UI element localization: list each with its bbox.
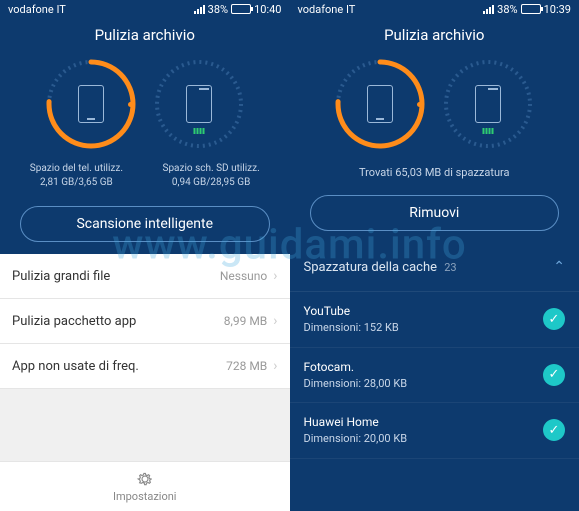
carrier-label: vodafone IT xyxy=(8,3,66,16)
sd-gauge xyxy=(438,54,538,154)
cache-item[interactable]: Fotocam.Dimensioni: 28,00 KB ✓ xyxy=(290,348,579,404)
cache-list: Spazzatura della cache 23 ⌃ YouTubeDimen… xyxy=(290,243,579,511)
left-screen: vodafone IT 38% 10:40 Pulizia archivio xyxy=(0,0,290,511)
cache-header-label: Spazzatura della cache xyxy=(304,260,438,275)
right-screen: vodafone IT 38% 10:39 Pulizia archivio xyxy=(290,0,579,511)
status-bar: vodafone IT 38% 10:40 xyxy=(0,0,290,18)
phone-storage-value: 2,81 GB/3,65 GB xyxy=(30,176,123,190)
status-right: 38% 10:40 xyxy=(194,3,282,16)
sd-icon xyxy=(475,85,501,123)
chevron-right-icon: › xyxy=(273,358,277,374)
sd-storage-col: Spazio sch. SD utilizz. 0,94 GB/28,95 GB xyxy=(163,162,260,190)
check-icon[interactable]: ✓ xyxy=(543,419,565,441)
found-junk-text: Trovati 65,03 MB di spazzatura xyxy=(290,162,579,189)
row-label: App non usate di freq. xyxy=(12,359,139,374)
cache-header[interactable]: Spazzatura della cache 23 ⌃ xyxy=(290,243,579,292)
page-title: Pulizia archivio xyxy=(290,18,579,50)
clock: 10:39 xyxy=(544,3,571,16)
sd-storage-value: 0,94 GB/28,95 GB xyxy=(163,176,260,190)
cache-count: 23 xyxy=(444,261,456,274)
phone-icon xyxy=(367,85,393,123)
row-label: Pulizia grandi file xyxy=(12,269,110,284)
page-title: Pulizia archivio xyxy=(0,18,290,50)
settings-button[interactable]: Impostazioni xyxy=(0,461,290,511)
status-bar: vodafone IT 38% 10:39 xyxy=(290,0,579,18)
cache-item-name: Huawei Home xyxy=(304,413,408,431)
chevron-right-icon: › xyxy=(273,313,277,329)
cache-item[interactable]: YouTubeDimensioni: 152 KB ✓ xyxy=(290,292,579,348)
sd-icon xyxy=(186,85,212,123)
battery-pct: 38% xyxy=(497,3,517,16)
cache-item-size: Dimensioni: 28,00 KB xyxy=(304,377,408,390)
list-row-large-files[interactable]: Pulizia grandi file Nessuno › xyxy=(0,254,290,299)
list-row-unused-apps[interactable]: App non usate di freq. 728 MB › xyxy=(0,344,290,389)
gauge-dot-icon xyxy=(128,102,133,107)
chevron-up-icon: ⌃ xyxy=(553,259,565,275)
clock: 10:40 xyxy=(254,3,281,16)
cache-item-size: Dimensioni: 20,00 KB xyxy=(304,432,408,445)
battery-pct: 38% xyxy=(208,3,228,16)
row-value: Nessuno xyxy=(220,269,267,283)
status-right: 38% 10:39 xyxy=(483,3,571,16)
list-area: Pulizia grandi file Nessuno › Pulizia pac… xyxy=(0,254,290,511)
sd-gauge xyxy=(149,54,249,154)
battery-icon xyxy=(521,4,541,14)
settings-label: Impostazioni xyxy=(113,490,177,503)
sd-level-icon xyxy=(483,128,494,134)
phone-storage-col: Spazio del tel. utilizz. 2,81 GB/3,65 GB xyxy=(30,162,123,190)
row-label: Pulizia pacchetto app xyxy=(12,314,136,329)
check-icon[interactable]: ✓ xyxy=(543,308,565,330)
signal-icon xyxy=(194,5,205,14)
phone-gauge xyxy=(330,54,430,154)
chevron-right-icon: › xyxy=(273,268,277,284)
cache-item-size: Dimensioni: 152 KB xyxy=(304,321,399,334)
row-value: 728 MB xyxy=(226,359,267,373)
row-value: 8,99 MB xyxy=(224,314,268,328)
gauges xyxy=(0,50,290,162)
scan-button[interactable]: Scansione intelligente xyxy=(20,206,270,242)
battery-icon xyxy=(231,4,251,14)
carrier-label: vodafone IT xyxy=(298,3,356,16)
sd-storage-label: Spazio sch. SD utilizz. xyxy=(163,162,260,176)
check-icon[interactable]: ✓ xyxy=(543,364,565,386)
remove-button[interactable]: Rimuovi xyxy=(310,195,560,231)
phone-icon xyxy=(78,85,104,123)
signal-icon xyxy=(483,5,494,14)
phone-gauge xyxy=(41,54,141,154)
cache-item[interactable]: Huawei HomeDimensioni: 20,00 KB ✓ xyxy=(290,403,579,459)
phone-storage-label: Spazio del tel. utilizz. xyxy=(30,162,123,176)
gauges xyxy=(290,50,579,162)
sd-level-icon xyxy=(193,128,204,134)
gear-icon xyxy=(136,470,154,488)
list-row-app-package[interactable]: Pulizia pacchetto app 8,99 MB › xyxy=(0,299,290,344)
cache-item-name: Fotocam. xyxy=(304,358,408,376)
storage-info: Spazio del tel. utilizz. 2,81 GB/3,65 GB… xyxy=(0,162,290,200)
cache-item-name: YouTube xyxy=(304,302,399,320)
